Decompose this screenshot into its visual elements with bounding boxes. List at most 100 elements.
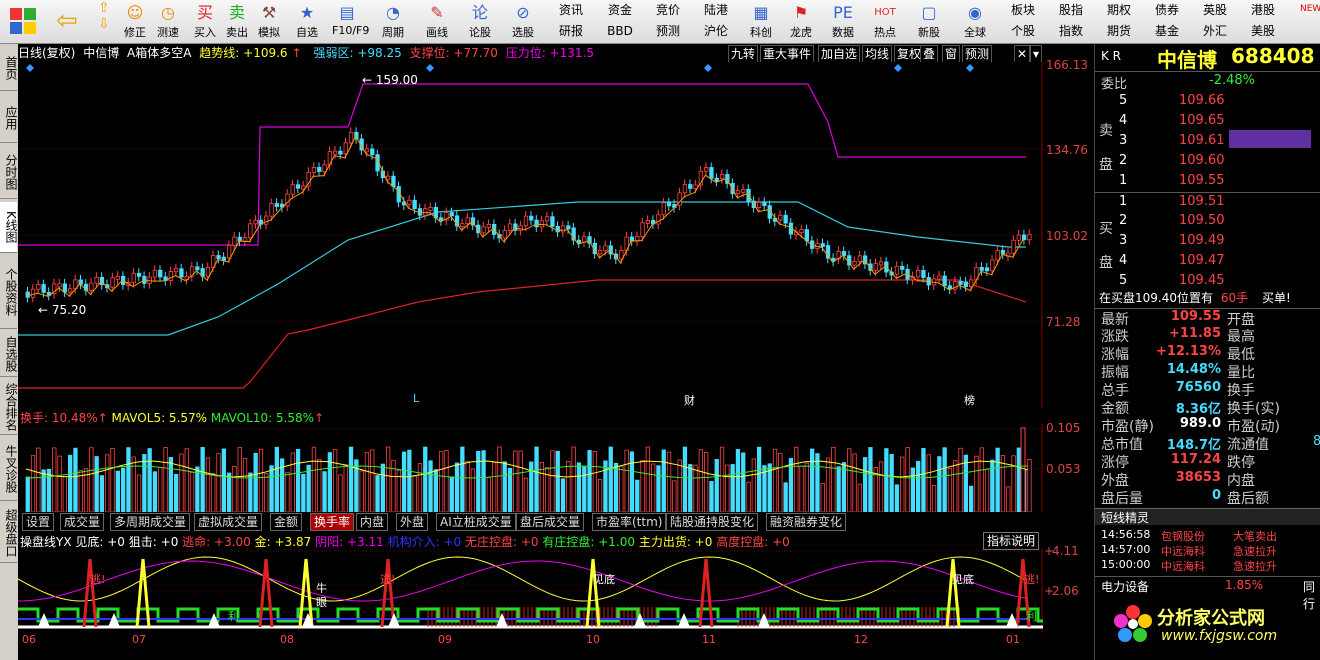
indicator-tab-5[interactable]: 换手率	[310, 513, 355, 531]
toolbar-link-bottom-9[interactable]: 美股	[1240, 22, 1286, 41]
toolbar-link-bottom-8[interactable]: 外汇	[1192, 22, 1238, 41]
buy-level-row[interactable]: 3 109.49	[1095, 232, 1320, 250]
toolbar-link-bottom-1[interactable]: BBD	[597, 22, 643, 41]
chart-header-button-3[interactable]: 均线	[862, 45, 893, 63]
toolbar-button-6[interactable]: ▤ F10/F9	[332, 2, 369, 40]
sector-row[interactable]: 电力设备 1.85% 同行	[1095, 576, 1320, 611]
toolbar-button-12[interactable]: ⚑ 龙虎	[786, 2, 816, 40]
toolbar-link-top-8[interactable]: 英股	[1192, 1, 1238, 20]
left-tab-8[interactable]: 超级盘口	[0, 504, 18, 563]
kline-chart[interactable]	[18, 62, 1043, 407]
sell-level-row[interactable]: 4 109.65	[1095, 112, 1320, 130]
left-tab-6[interactable]: 综合排名	[0, 380, 18, 435]
toolbar-button-15[interactable]: ▢ 新股	[914, 2, 944, 40]
event-mark-l[interactable]: L	[413, 392, 419, 405]
stat-row: 外盘 38653 内盘	[1095, 470, 1320, 489]
toolbar-button-2[interactable]: 买买入	[190, 2, 220, 40]
event-mark-cai[interactable]: 财	[684, 392, 695, 408]
buy-level-price: 109.51	[1179, 194, 1225, 209]
indicator-title[interactable]: 操盘线YX	[20, 535, 72, 549]
toolbar-label-7: 周期	[382, 26, 404, 39]
toolbar-link-top-4[interactable]: 板块	[1000, 1, 1046, 20]
indicator-tab-0[interactable]: 设置	[22, 513, 55, 531]
buy-level-row[interactable]: 2 109.50	[1095, 212, 1320, 230]
toolbar-button-13[interactable]: PE 数据	[828, 2, 858, 40]
indicator-tab-8[interactable]: AI立桩成交量	[436, 513, 516, 531]
toolbar-link-bottom-3[interactable]: 沪伦	[693, 22, 739, 41]
event-mark-bang[interactable]: 榜	[964, 392, 975, 408]
buy-level-row[interactable]: 5 109.45	[1095, 272, 1320, 290]
toolbar-link-top-0[interactable]: 资讯	[548, 1, 594, 20]
toolbar-link-top-9[interactable]: 港股	[1240, 1, 1286, 20]
toolbar-button-8[interactable]: ✎ 画线	[422, 2, 452, 40]
indicator-tab-3[interactable]: 虚拟成交量	[194, 513, 263, 531]
close-icon[interactable]: ✕	[1014, 45, 1031, 63]
gaodu-value: 高度控盘: +0	[716, 535, 790, 549]
indicator-tab-4[interactable]: 金额	[270, 513, 303, 531]
indicator-tab-12[interactable]: 融资融券变化	[766, 513, 847, 531]
buy-level-row[interactable]: 4 109.47	[1095, 252, 1320, 270]
chart-header-button-7[interactable]: 预测	[962, 45, 993, 63]
toolbar-button-16[interactable]: ◉ 全球	[960, 2, 990, 40]
chevron-down-icon[interactable]: ▾	[1030, 45, 1043, 63]
toolbar-button-14[interactable]: HOT 热点	[870, 2, 900, 40]
chart-header-button-6[interactable]: 窗	[942, 45, 961, 63]
toolbar-button-9[interactable]: 论论股	[465, 2, 495, 40]
toolbar-button-7[interactable]: ◔ 周期	[378, 2, 408, 40]
toolbar-link-top-2[interactable]: 竞价	[645, 1, 691, 20]
toolbar-link-bottom-7[interactable]: 基金	[1144, 22, 1190, 41]
toolbar-link-bottom-0[interactable]: 研报	[548, 22, 594, 41]
left-tab-0[interactable]: 首页	[0, 46, 18, 91]
toolbar-link-bottom-2[interactable]: 预测	[645, 22, 691, 41]
indicator-tab-6[interactable]: 内盘	[356, 513, 389, 531]
indicator-help-button[interactable]: 指标说明	[983, 532, 1040, 550]
indicator-tab-2[interactable]: 多周期成交量	[110, 513, 191, 531]
indicator-tab-10[interactable]: 市盈率(ttm)	[592, 513, 667, 531]
back-arrow-icon[interactable]: ⇦	[56, 6, 78, 36]
left-tab-3[interactable]: K线图	[0, 202, 18, 253]
sell-level-row[interactable]: 2 109.60	[1095, 152, 1320, 170]
left-tab-7[interactable]: 牛叉诊股	[0, 438, 18, 501]
toolbar-link-top-7[interactable]: 债券	[1144, 1, 1190, 20]
toolbar-button-3[interactable]: 卖卖出	[222, 2, 252, 40]
volume-chart[interactable]	[18, 424, 1043, 512]
news-item[interactable]: 14:56:58 包钢股份 大笔卖出	[1095, 528, 1320, 543]
left-tab-2[interactable]: 分时图	[0, 146, 18, 199]
toolbar-button-10[interactable]: ⊘ 选股	[508, 2, 538, 40]
toolbar-button-11[interactable]: ▦ 科创	[746, 2, 776, 40]
toolbar-link-top-3[interactable]: 陆港	[693, 1, 739, 20]
toolbar-label-9: 论股	[469, 26, 491, 39]
left-tab-5[interactable]: 自选股	[0, 332, 18, 377]
date-label-5: 11	[702, 633, 716, 646]
toolbar-link-bottom-4[interactable]: 个股	[1000, 22, 1046, 41]
toolbar-button-4[interactable]: ⚒ 模拟	[254, 2, 284, 40]
indicator-chart[interactable]	[18, 549, 1043, 632]
down-arrow-icon[interactable]: ⇩	[98, 16, 110, 32]
up-arrow-icon[interactable]: ⇧	[98, 0, 110, 16]
indicator-tab-9[interactable]: 盘后成交量	[516, 513, 585, 531]
news-item[interactable]: 14:57:00 中远海科 急速拉升	[1095, 543, 1320, 558]
sell-level-row[interactable]: 5 109.66	[1095, 92, 1320, 110]
toolbar-link-bottom-6[interactable]: 期货	[1096, 22, 1142, 41]
indicator-tab-11[interactable]: 陆股通持股变化	[666, 513, 759, 531]
toolbar-link-bottom-5[interactable]: 指数	[1048, 22, 1094, 41]
news-item[interactable]: 15:00:00 中远海科 急速拉升	[1095, 558, 1320, 573]
toolbar-button-0[interactable]: ☺ 修正	[120, 2, 150, 40]
chart-header-button-0[interactable]: 九转	[728, 45, 759, 63]
toolbar-button-5[interactable]: ★ 自选	[292, 2, 322, 40]
chart-header-button-2[interactable]: 加自选	[818, 45, 861, 63]
indicator-tab-1[interactable]: 成交量	[60, 513, 105, 531]
left-tab-4[interactable]: 个股资料	[0, 256, 18, 329]
toolbar-button-1[interactable]: ◷ 测速	[153, 2, 183, 40]
toolbar-link-top-6[interactable]: 期权	[1096, 1, 1142, 20]
indicator-name[interactable]: A箱体多空A	[127, 46, 191, 60]
windows-logo-icon[interactable]	[10, 8, 36, 34]
sell-level-row[interactable]: 1 109.55	[1095, 172, 1320, 190]
chart-header-button-1[interactable]: 重大事件	[760, 45, 815, 63]
indicator-tab-7[interactable]: 外盘	[396, 513, 429, 531]
chart-header-button-5[interactable]: 叠	[920, 45, 939, 63]
toolbar-link-top-5[interactable]: 股指	[1048, 1, 1094, 20]
toolbar-link-top-1[interactable]: 资金	[597, 1, 643, 20]
left-tab-1[interactable]: 应用	[0, 94, 18, 143]
buy-level-row[interactable]: 1 109.51	[1095, 192, 1320, 211]
